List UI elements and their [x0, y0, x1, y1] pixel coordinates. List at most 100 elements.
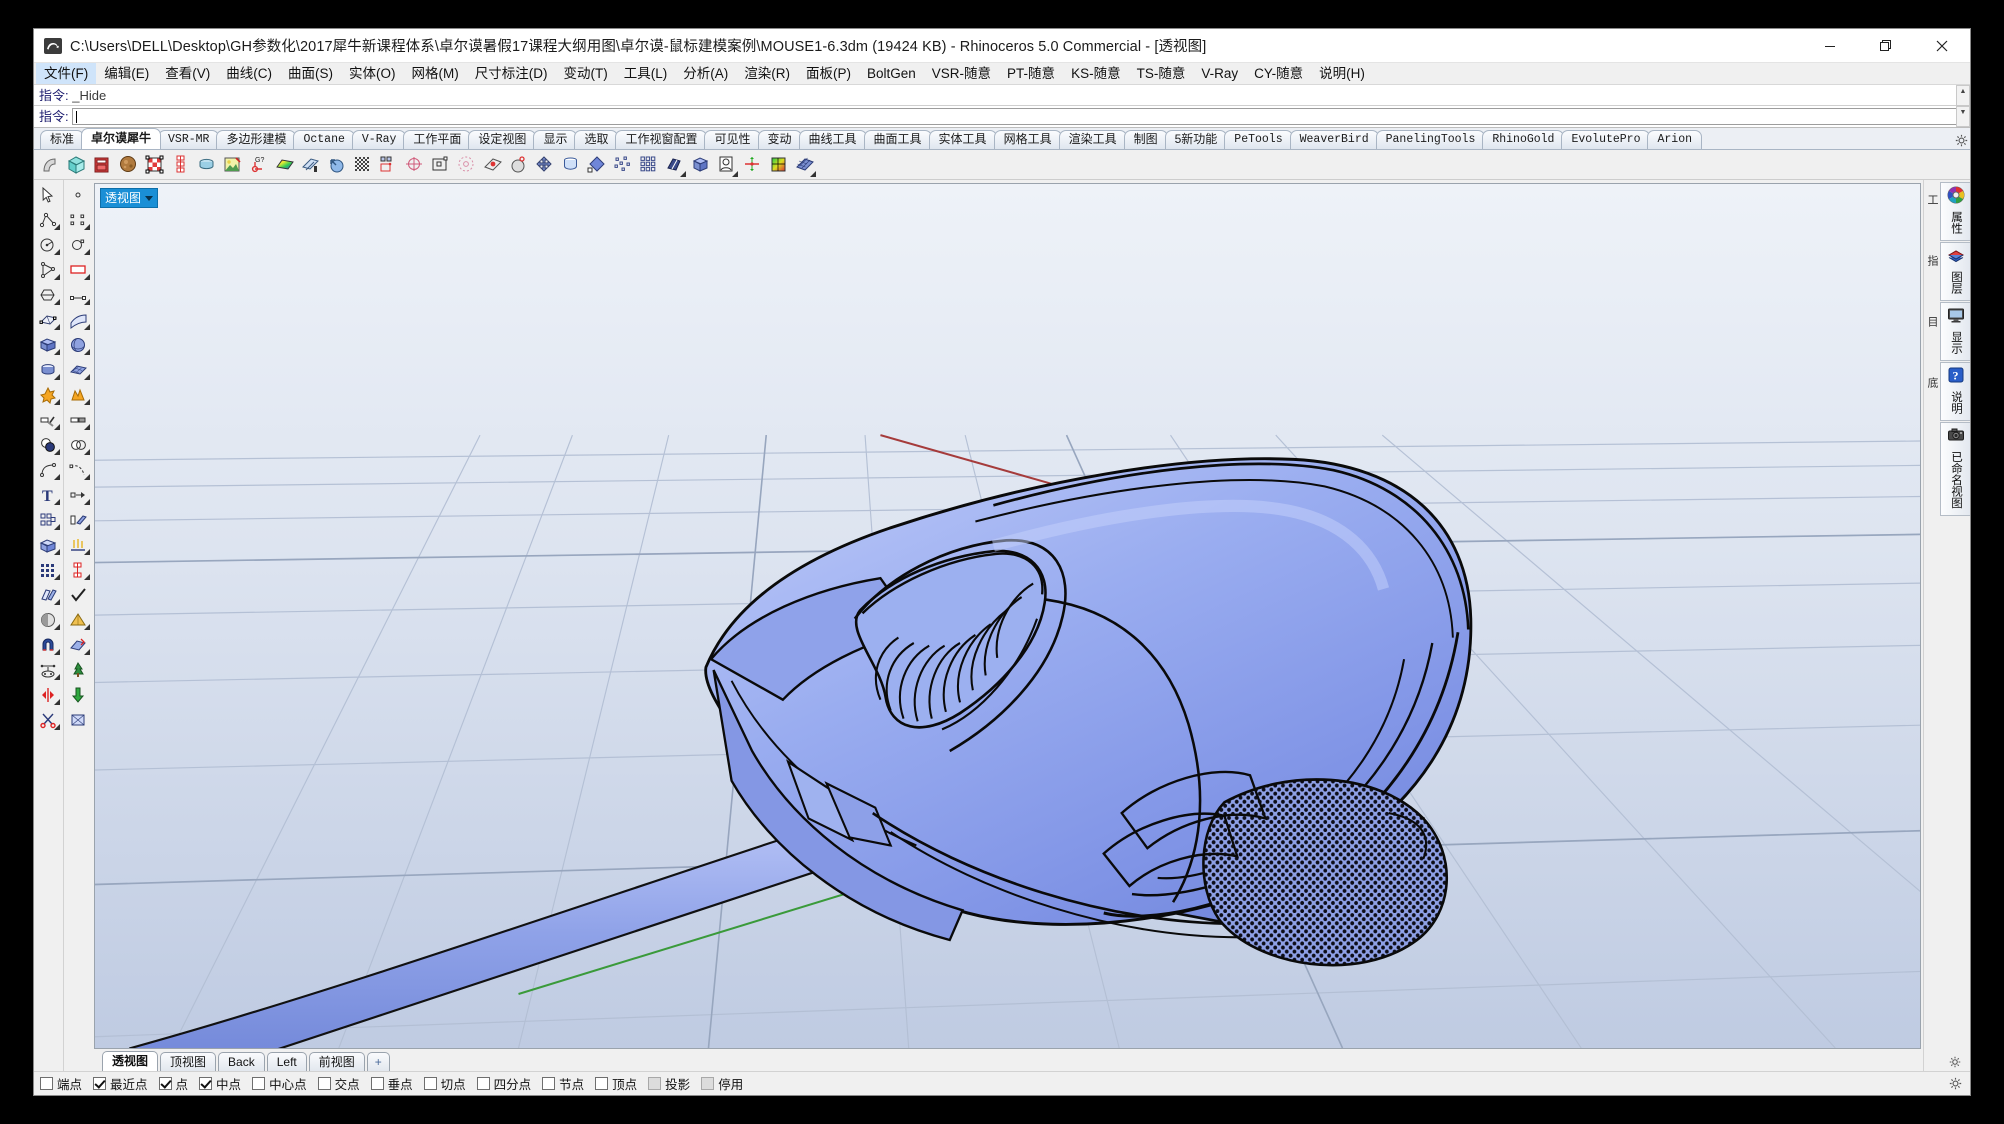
menu-view[interactable]: 查看(V)	[157, 63, 218, 84]
osnap-near[interactable]: 最近点	[93, 1074, 148, 1093]
toolbar-tab-visibility[interactable]: 可见性	[704, 130, 761, 149]
minimize-button[interactable]	[1802, 29, 1858, 63]
osnap-perpendicular-checkbox[interactable]	[370, 1077, 384, 1090]
block-icon[interactable]	[64, 707, 92, 732]
toolbar-tab-meshtools[interactable]: 网格工具	[993, 130, 1062, 149]
toolbar-tab-viewportlayout[interactable]: 工作视窗配置	[615, 130, 708, 149]
unroll-surface-icon[interactable]	[64, 632, 92, 657]
circle-cross-icon[interactable]	[401, 152, 427, 178]
sphere-rotate-icon[interactable]	[323, 152, 349, 178]
menu-render[interactable]: 渲染(R)	[736, 63, 798, 84]
osnap-intersection-checkbox[interactable]	[317, 1077, 331, 1090]
surface-curve-icon[interactable]	[64, 307, 92, 332]
cube-blue-icon[interactable]	[687, 152, 713, 178]
axis-cross-icon[interactable]	[739, 152, 765, 178]
osnap-knot-checkbox[interactable]	[542, 1077, 556, 1090]
osnap-tangent-checkbox[interactable]	[423, 1077, 437, 1090]
osnap-tangent[interactable]: 切点	[423, 1074, 466, 1093]
panel-tab-layers[interactable]: 图层	[1940, 242, 1970, 301]
toolbar-tab-curvetools[interactable]: 曲线工具	[798, 130, 867, 149]
mirror-icon[interactable]	[34, 682, 62, 707]
polyline-seg-icon[interactable]	[64, 207, 92, 232]
osnap-near-checkbox[interactable]	[93, 1077, 107, 1090]
osnap-perpendicular[interactable]: 垂点	[370, 1074, 413, 1093]
rect-point-icon[interactable]	[427, 152, 453, 178]
toolbar-tab-newin5[interactable]: 5新功能	[1164, 130, 1228, 149]
menu-pt[interactable]: PT-随意	[999, 63, 1063, 84]
viewport-tab-left[interactable]: Left	[266, 1052, 307, 1071]
cylinder-solid-icon[interactable]	[34, 357, 62, 382]
offset-icon[interactable]	[64, 482, 92, 507]
text-tool-icon[interactable]: T	[34, 482, 62, 507]
light-array-icon[interactable]	[64, 532, 92, 557]
toolbar-tab-vray[interactable]: V-Ray	[351, 130, 407, 149]
osnap-disable-checkbox[interactable]	[701, 1077, 715, 1090]
rainbow-gradient-icon[interactable]	[271, 152, 297, 178]
scissors-icon[interactable]	[34, 707, 62, 732]
menu-mesh[interactable]: 网格(M)	[404, 63, 467, 84]
toolbar-tab-setview[interactable]: 设定视图	[468, 130, 537, 149]
line-dot-icon[interactable]	[64, 282, 92, 307]
arc-dash-icon[interactable]	[64, 457, 92, 482]
pyramid-icon[interactable]	[64, 607, 92, 632]
arrow-down-green-icon[interactable]	[64, 682, 92, 707]
toolbar-tab-select[interactable]: 选取	[574, 130, 619, 149]
toolbar-tab-display[interactable]: 显示	[533, 130, 578, 149]
menu-file[interactable]: 文件(F)	[36, 63, 97, 84]
plane-dot-icon[interactable]	[479, 152, 505, 178]
checker-grid-icon[interactable]	[141, 152, 167, 178]
menu-cy[interactable]: CY-随意	[1246, 63, 1311, 84]
toolbar-tab-weaverbird[interactable]: WeaverBird	[1289, 130, 1379, 149]
osnap-quadrant-checkbox[interactable]	[476, 1077, 490, 1090]
toolbar-tab-evolutepro[interactable]: EvolutePro	[1561, 130, 1651, 149]
toolbar-tab-arion[interactable]: Arion	[1647, 130, 1702, 149]
split-icon[interactable]	[64, 407, 92, 432]
circle-center-icon[interactable]	[34, 232, 62, 257]
gumball-question-icon[interactable]: G?	[245, 152, 271, 178]
triangle-poly-icon[interactable]	[34, 257, 62, 282]
osnap-point-checkbox[interactable]	[158, 1077, 172, 1090]
toolbar-tab-surfacetools[interactable]: 曲面工具	[863, 130, 932, 149]
viewport-tab-front[interactable]: 前视图	[308, 1052, 365, 1071]
circle-small-icon[interactable]	[64, 232, 92, 257]
mesh-solid-icon[interactable]	[64, 357, 92, 382]
point-icon[interactable]	[64, 182, 92, 207]
scroll-down-icon[interactable]: ▼	[1956, 106, 1970, 127]
toolbar-tab-zhuoermo[interactable]: 卓尔谟犀牛	[81, 128, 162, 149]
osnap-project-checkbox[interactable]	[648, 1077, 662, 1090]
move-4way-icon[interactable]	[531, 152, 557, 178]
toolbar-tab-transform[interactable]: 变动	[757, 130, 802, 149]
toolbar-tab-panelingtools[interactable]: PanelingTools	[1375, 130, 1486, 149]
osnap-intersection[interactable]: 交点	[317, 1074, 360, 1093]
toolbar-tab-standard[interactable]: 标准	[40, 130, 85, 149]
menu-solid[interactable]: 实体(O)	[341, 63, 404, 84]
toolbar-tab-drafting[interactable]: 制图	[1123, 130, 1168, 149]
boolean-diff-icon[interactable]	[64, 432, 92, 457]
osnap-end-checkbox[interactable]	[40, 1077, 53, 1090]
unroll-icon[interactable]	[34, 582, 62, 607]
grid-array-icon[interactable]	[34, 557, 62, 582]
command-history[interactable]: 指令: _Hide	[34, 85, 1970, 106]
osnap-point[interactable]: 点	[158, 1074, 188, 1093]
osnap-center[interactable]: 中心点	[252, 1074, 307, 1093]
scroll-up-icon[interactable]: ▲	[1956, 85, 1970, 106]
panel-tab-notes[interactable]: ? 说明	[1940, 362, 1970, 421]
polyline-icon[interactable]	[34, 207, 62, 232]
command-input[interactable]	[71, 108, 1970, 125]
viewport-tab-top[interactable]: 顶视图	[160, 1052, 217, 1071]
toolbar-tab-polymodel[interactable]: 多边形建模	[216, 130, 297, 149]
viewport-tab-perspective[interactable]: 透视图	[102, 1051, 159, 1071]
toolbar-tab-cplane[interactable]: 工作平面	[403, 130, 472, 149]
perspective-viewport[interactable]: 透视图	[94, 183, 1921, 1049]
toolbar-tab-solidtools[interactable]: 实体工具	[928, 130, 997, 149]
extrude-box-icon[interactable]	[34, 532, 62, 557]
menu-vsr[interactable]: VSR-随意	[924, 63, 999, 84]
osnap-quadrant[interactable]: 四分点	[476, 1074, 531, 1093]
menu-transform[interactable]: 变动(T)	[556, 63, 616, 84]
menu-curve[interactable]: 曲线(C)	[218, 63, 280, 84]
rectangle-red-icon[interactable]	[64, 257, 92, 282]
toolbar-tab-rendertools[interactable]: 渲染工具	[1058, 130, 1127, 149]
dimension-icon[interactable]	[34, 657, 62, 682]
viewport-label[interactable]: 透视图	[100, 188, 159, 208]
sphere-shade-icon[interactable]	[34, 607, 62, 632]
